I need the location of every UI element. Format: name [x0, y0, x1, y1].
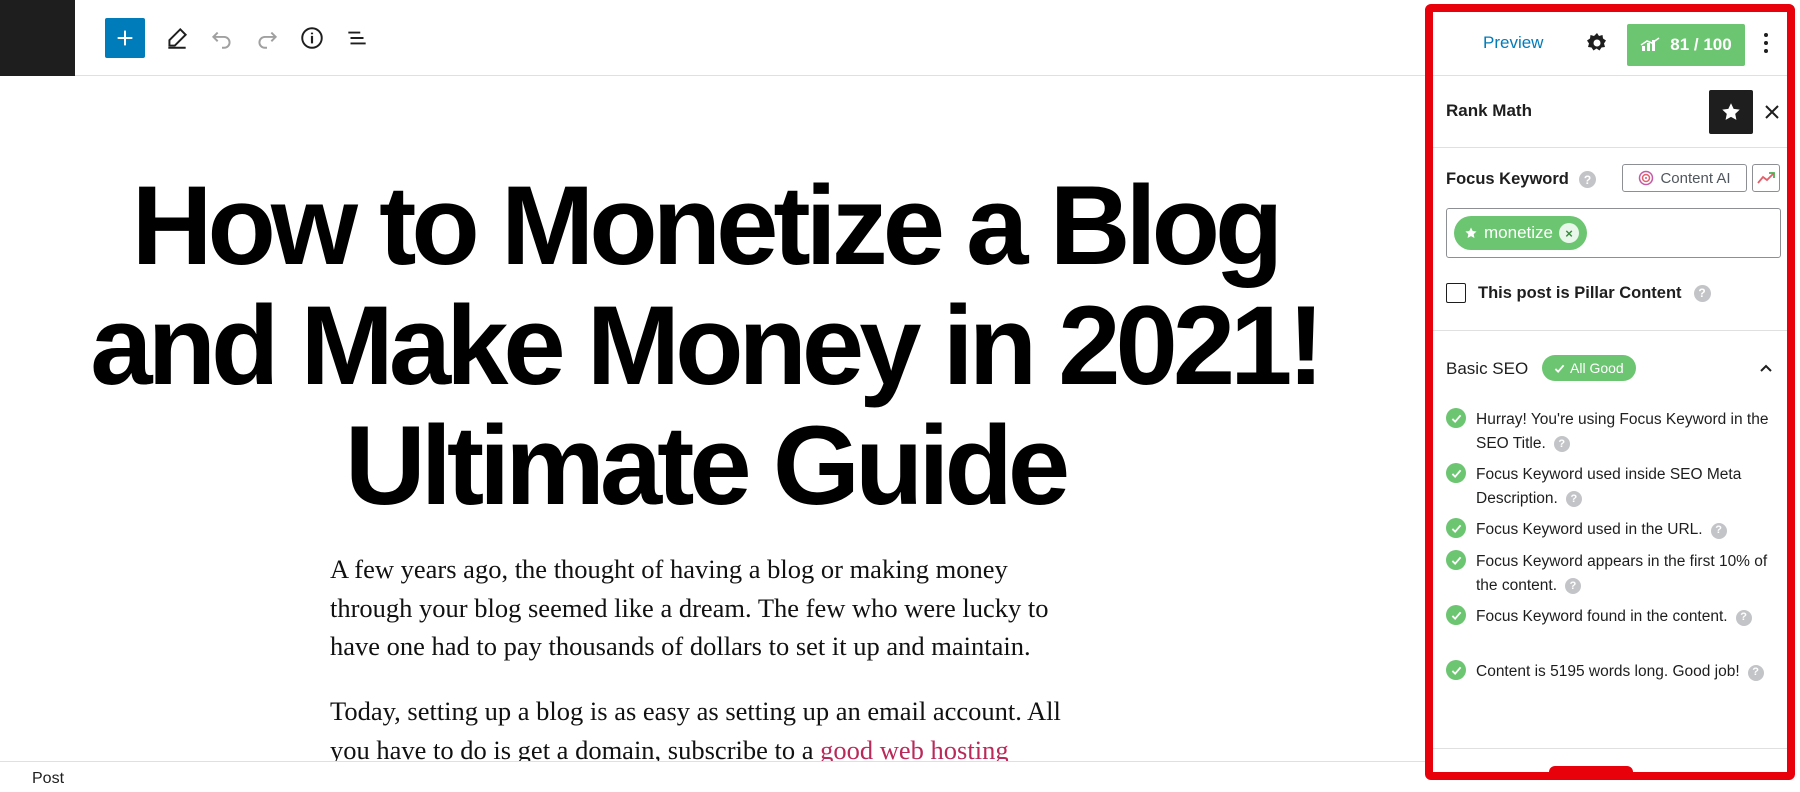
- breadcrumb-post[interactable]: Post: [32, 770, 64, 788]
- status-badge-label: All Good: [1570, 360, 1624, 376]
- check-circle-icon: [1446, 463, 1466, 483]
- check-circle-icon: [1446, 605, 1466, 625]
- content-ai-label: Content AI: [1660, 169, 1731, 187]
- keyword-text: monetize: [1484, 223, 1553, 242]
- help-icon[interactable]: ?: [1553, 436, 1570, 453]
- seo-check-text: Hurray! You're using Focus Keyword in th…: [1476, 411, 1769, 453]
- pillar-content-checkbox[interactable]: [1446, 283, 1466, 303]
- star-icon: [1722, 103, 1740, 120]
- block-breadcrumb-bar: Post: [0, 761, 1425, 792]
- help-icon[interactable]: ?: [1710, 522, 1727, 539]
- section-divider: [1433, 748, 1787, 749]
- seo-check-text: Content is 5195 words long. Good job!?: [1476, 660, 1776, 684]
- close-icon: [1765, 105, 1779, 119]
- pillar-content-label[interactable]: This post is Pillar Content: [1478, 284, 1682, 303]
- check-circle-icon: [1446, 550, 1466, 570]
- rank-math-score-button[interactable]: 81 / 100: [1627, 24, 1745, 66]
- seo-check-text: Focus Keyword used inside SEO Meta Descr…: [1476, 466, 1742, 508]
- checkmark-icon: [1554, 364, 1565, 373]
- focus-keyword-input[interactable]: monetize ×: [1446, 208, 1781, 258]
- keyword-tag[interactable]: monetize ×: [1454, 216, 1587, 250]
- list-view-button[interactable]: [336, 17, 378, 59]
- close-sidebar-button[interactable]: [1757, 96, 1787, 128]
- help-icon[interactable]: ?: [1579, 171, 1596, 188]
- paragraph-block[interactable]: Today, setting up a blog is as easy as s…: [330, 692, 1090, 762]
- basic-seo-header[interactable]: Basic SEO All Good: [1446, 352, 1781, 382]
- seo-score: 81 / 100: [1670, 35, 1732, 54]
- hosting-link[interactable]: good web hosting: [820, 735, 1008, 763]
- check-circle-icon: [1446, 408, 1466, 428]
- help-icon[interactable]: ?: [1735, 609, 1752, 626]
- more-vertical-icon: [1764, 33, 1768, 53]
- details-button[interactable]: [291, 17, 333, 59]
- rank-math-logo-icon: [1640, 37, 1660, 51]
- paragraph-block[interactable]: A few years ago, the thought of having a…: [330, 550, 1090, 666]
- pencil-icon: [168, 27, 188, 49]
- plus-icon: [117, 30, 133, 46]
- editor-screen: How to Monetize a Blog and Make Money in…: [0, 0, 1800, 792]
- seo-check-text: Focus Keyword used in the URL.?: [1476, 518, 1776, 542]
- trend-chart-icon: [1757, 172, 1775, 184]
- remove-keyword-button[interactable]: ×: [1558, 223, 1579, 243]
- help-icon[interactable]: ?: [1747, 664, 1764, 681]
- help-icon[interactable]: ?: [1693, 284, 1711, 302]
- focus-keyword-header: Focus Keyword ? Content AI: [1446, 162, 1781, 192]
- undo-icon: [211, 31, 231, 49]
- check-circle-icon: [1446, 660, 1466, 680]
- basic-seo-title: Basic SEO: [1446, 359, 1529, 378]
- content-ai-icon: [1639, 170, 1654, 186]
- help-icon[interactable]: ?: [1565, 491, 1582, 508]
- list-view-icon: [348, 31, 366, 45]
- content-ai-button[interactable]: Content AI: [1622, 164, 1747, 192]
- status-badge: All Good: [1542, 355, 1636, 381]
- options-menu-button[interactable]: [1751, 27, 1781, 59]
- editor-toolbar: [75, 0, 1425, 76]
- help-icon[interactable]: ?: [1565, 578, 1582, 595]
- next-section-tab: [1549, 766, 1633, 772]
- editor-header-actions: Preview 81 / 100: [1433, 12, 1787, 76]
- rank-math-sidebar: Preview 81 / 100 Rank Math Focus Keyword…: [1425, 4, 1795, 780]
- add-block-button[interactable]: [105, 18, 145, 58]
- sidebar-title: Rank Math: [1446, 101, 1532, 120]
- post-title[interactable]: How to Monetize a Blog and Make Money in…: [60, 166, 1350, 526]
- gear-icon: [1587, 33, 1606, 51]
- seo-check-text: Focus Keyword appears in the first 10% o…: [1476, 553, 1768, 595]
- check-circle-icon: [1446, 518, 1466, 538]
- redo-icon: [258, 31, 278, 49]
- editor-canvas: How to Monetize a Blog and Make Money in…: [0, 76, 1425, 763]
- settings-button[interactable]: [1581, 27, 1613, 59]
- focus-keyword-label: Focus Keyword: [1446, 170, 1569, 188]
- pillar-content-option: This post is Pillar Content ?: [1446, 280, 1781, 306]
- edit-mode-button[interactable]: [156, 17, 198, 59]
- preview-button[interactable]: Preview: [1471, 26, 1555, 60]
- section-divider: [1433, 330, 1787, 331]
- redo-button[interactable]: [246, 17, 288, 59]
- sidebar-header: Rank Math: [1433, 76, 1787, 148]
- pin-favorite-button[interactable]: [1709, 90, 1753, 134]
- star-icon: [1465, 227, 1477, 239]
- wordpress-logo-block[interactable]: [0, 0, 75, 76]
- trends-button[interactable]: [1752, 164, 1780, 192]
- chevron-up-icon[interactable]: [1756, 358, 1776, 378]
- undo-button[interactable]: [201, 17, 243, 59]
- seo-check-text: Focus Keyword found in the content.?: [1476, 605, 1776, 629]
- info-icon: [301, 27, 323, 49]
